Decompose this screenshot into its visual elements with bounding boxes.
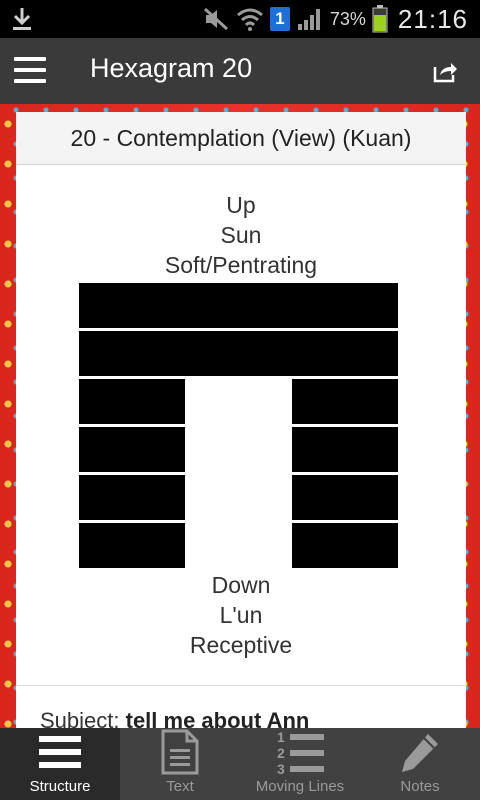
subject-label: Subject: [40,708,120,728]
battery-icon [372,5,388,33]
svg-text:1: 1 [277,729,285,745]
sim-icon: 1 [269,7,290,31]
lower-trigram-name: L'un [219,602,263,628]
lower-trigram-quality: Receptive [189,632,293,658]
subject-value: tell me about Ann [125,708,310,728]
upper-role: Up [226,192,256,218]
status-bar: 1 73% 21:16 [0,0,480,38]
menu-icon[interactable] [14,57,46,85]
bottom-navigation: Structure Text 1 2 3 Moving Lines Notes [0,728,480,800]
hexagram-header: 20 - Contemplation (View) (Kuan) [16,112,466,165]
numbered-list-icon: 1 2 3 [276,728,324,776]
tab-notes-label: Notes [400,778,440,795]
lower-role: Down [211,572,271,598]
app-bar: Hexagram 20 [0,38,480,104]
hexagram-card: 20 - Contemplation (View) (Kuan) Up Sun … [16,112,466,728]
mute-icon [203,7,228,31]
svg-text:3: 3 [277,761,285,775]
tab-notes[interactable]: Notes [360,728,480,800]
hexagram-line-solid [79,283,398,328]
tab-structure[interactable]: Structure [0,728,120,800]
hexagram-line-broken [79,523,398,568]
structure-icon [39,728,81,776]
upper-trigram-quality: Soft/Pentrating [164,252,318,278]
wifi-icon [236,8,263,31]
clock: 21:16 [397,3,468,34]
lower-trigram: Down L'un Receptive [16,570,466,660]
upper-trigram-name: Sun [220,222,262,248]
hexagram-line-broken [79,475,398,520]
svg-text:2: 2 [277,745,285,761]
download-icon [13,8,31,30]
tab-text-label: Text [166,778,194,795]
hexagram-line-broken [79,379,398,424]
tab-structure-label: Structure [29,778,91,795]
signal-icon [297,9,320,30]
pencil-icon [398,728,442,776]
upper-trigram: Up Sun Soft/Pentrating [16,190,466,280]
tab-moving-lines-label: Moving Lines [255,778,345,795]
battery-percent: 73% [329,8,366,29]
document-icon [160,728,200,776]
tab-moving-lines[interactable]: 1 2 3 Moving Lines [240,728,360,800]
page-title: Hexagram 20 [90,53,253,83]
share-icon[interactable] [432,58,458,84]
hexagram-line-solid [79,331,398,376]
hexagram-figure [79,283,398,568]
subject-line: Subject: tell me about Ann [40,708,309,728]
hexagram-line-broken [79,427,398,472]
divider [16,685,466,686]
tab-text[interactable]: Text [120,728,240,800]
